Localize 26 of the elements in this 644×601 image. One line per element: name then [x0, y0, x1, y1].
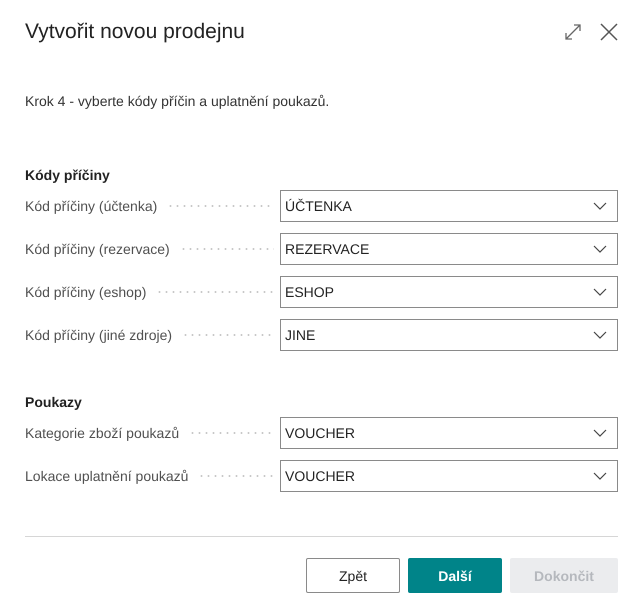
- chevron-down-icon: [593, 288, 607, 296]
- chevron-down-icon: [593, 245, 607, 253]
- dropdown-field[interactable]: REZERVACE: [280, 233, 618, 265]
- dropdown-field[interactable]: VOUCHER: [280, 460, 618, 492]
- field-label: Lokace uplatnění poukazů: [25, 468, 188, 484]
- dropdown-field[interactable]: ÚČTENKA: [280, 190, 618, 222]
- dialog-title: Vytvořit novou prodejnu: [25, 20, 245, 44]
- chevron-down-icon: [593, 202, 607, 210]
- chevron-down-icon: [593, 472, 607, 480]
- close-icon[interactable]: [600, 23, 618, 41]
- field-label: Kód příčiny (jiné zdroje): [25, 327, 172, 343]
- back-button[interactable]: Zpět: [306, 558, 400, 593]
- dropdown-field[interactable]: VOUCHER: [280, 417, 618, 449]
- chevron-down-icon: [593, 429, 607, 437]
- section-heading: Kódy příčiny: [25, 166, 111, 185]
- section-heading: Poukazy: [25, 393, 83, 412]
- field-label: Kód příčiny (účtenka): [25, 198, 158, 214]
- dropdown-field[interactable]: JINE: [280, 319, 618, 351]
- expand-icon[interactable]: [564, 23, 582, 41]
- field-label: Kód příčiny (eshop): [25, 284, 146, 300]
- next-button[interactable]: Další: [408, 558, 502, 593]
- instruction-text: Krok 4 - vyberte kódy příčin a uplatnění poukazů.: [25, 92, 330, 111]
- chevron-down-icon: [593, 331, 607, 339]
- dropdown-field[interactable]: ESHOP: [280, 276, 618, 308]
- field-label: Kód příčiny (rezervace): [25, 241, 170, 257]
- field-label: Kategorie zboží poukazů: [25, 425, 180, 441]
